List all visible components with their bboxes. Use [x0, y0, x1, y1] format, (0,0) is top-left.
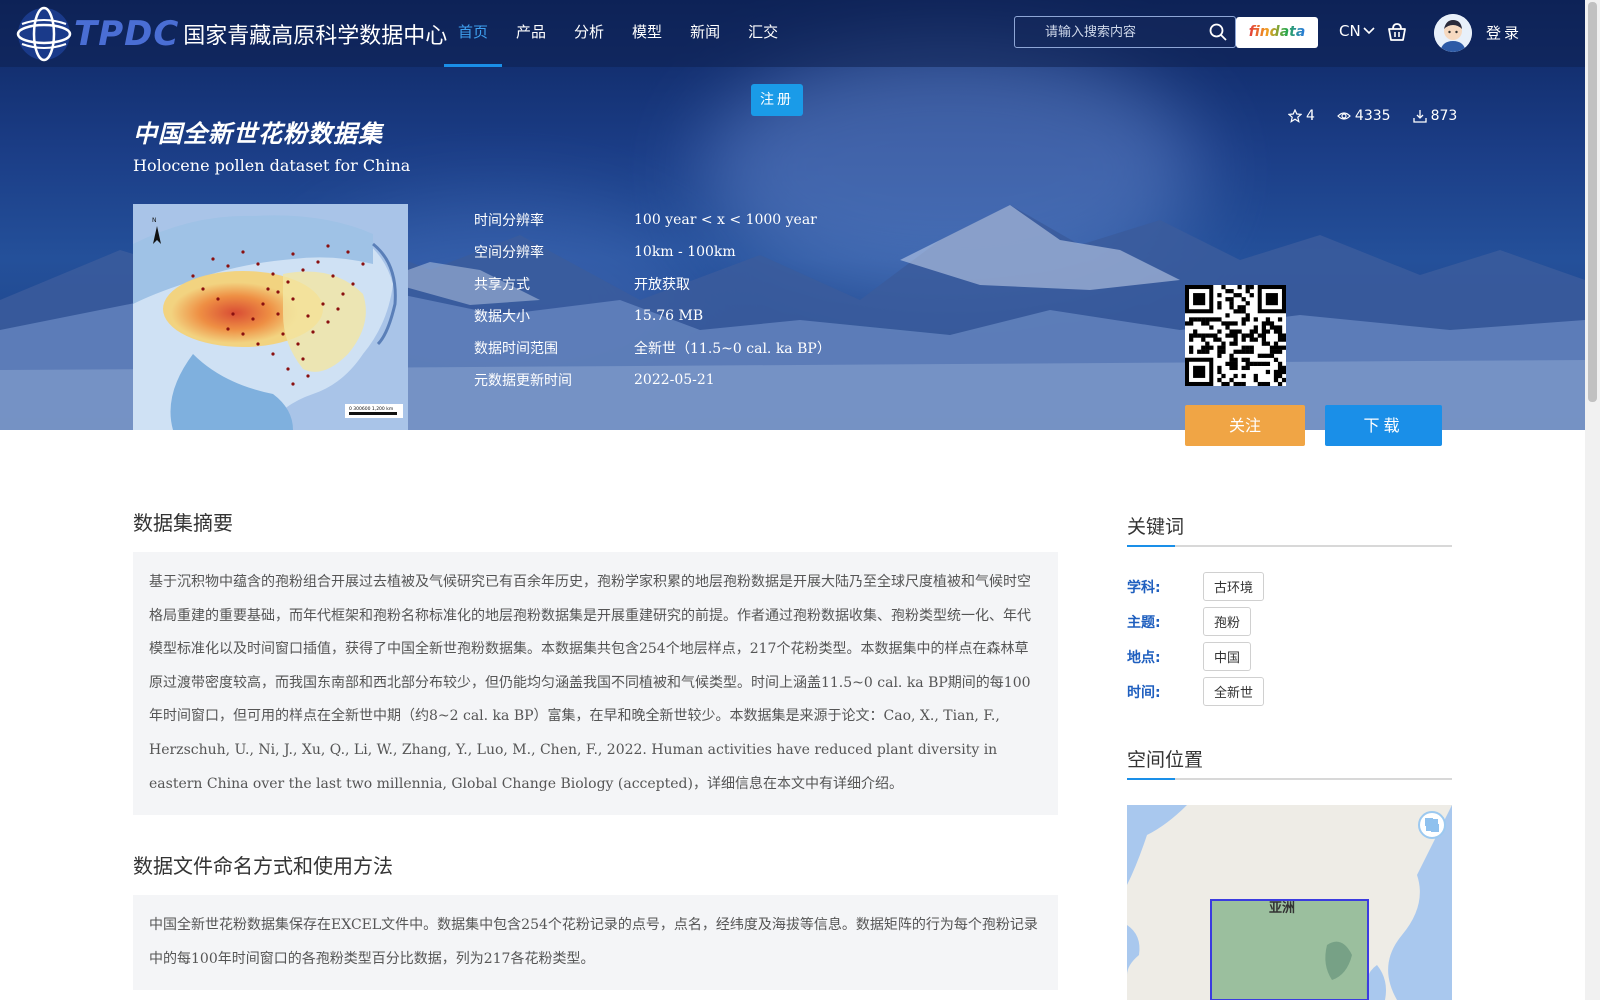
- abstract-text: 基于沉积物中蕴含的孢粉组合开展过去植被及气候研究已有百余年历史，孢粉学家积累的地…: [149, 574, 1031, 792]
- keyword-row: 主题: 孢粉: [1127, 607, 1252, 636]
- register-button[interactable]: 注册: [751, 84, 803, 116]
- main-menu: 首页 产品 分析 模型 新闻 汇交: [444, 0, 792, 67]
- dataset-metadata: 时间分辨率 100 year < x < 1000 year 空间分辨率 10k…: [474, 204, 831, 396]
- meta-row: 数据时间范围 全新世（11.5~0 cal. ka BP）: [474, 332, 831, 364]
- expand-icon: [1424, 817, 1440, 833]
- meta-label: 数据大小: [474, 309, 530, 325]
- follow-button[interactable]: 关注: [1185, 405, 1305, 446]
- meta-value: 100 year < x < 1000 year: [634, 212, 817, 228]
- menu-item-news[interactable]: 新闻: [676, 0, 734, 67]
- menu-item-home[interactable]: 首页: [444, 0, 503, 67]
- meta-value: 10km - 100km: [634, 244, 736, 260]
- globe-logo-icon: [16, 6, 72, 62]
- map-scale-text: 0 300600 1,200 km: [349, 406, 393, 412]
- map-region-label: 亚洲: [1269, 901, 1296, 916]
- meta-row: 共享方式 开放获取: [474, 268, 831, 300]
- chevron-down-icon: [1363, 27, 1375, 35]
- meta-label: 共享方式: [474, 277, 530, 293]
- keyword-tag[interactable]: 古环境: [1203, 572, 1265, 601]
- download-icon: [1412, 110, 1427, 123]
- star-count[interactable]: 4: [1288, 108, 1315, 124]
- eye-icon: [1337, 112, 1351, 120]
- usage-text: 中国全新世花粉数据集保存在EXCEL文件中。数据集中包含254个花粉记录的点号，…: [149, 917, 1038, 967]
- dataset-thumbnail[interactable]: N 0 300600 1,200 km: [133, 204, 408, 430]
- meta-value: 2022-05-21: [634, 372, 715, 388]
- qr-code-icon: [1185, 285, 1287, 387]
- avatar[interactable]: [1434, 14, 1472, 52]
- search-box: [1014, 16, 1236, 48]
- download-count: 873: [1412, 108, 1458, 124]
- keyword-tag[interactable]: 全新世: [1203, 677, 1265, 706]
- meta-label: 空间分辨率: [474, 245, 544, 261]
- meta-row: 数据大小 15.76 MB: [474, 300, 831, 332]
- keyword-row: 学科: 古环境: [1127, 572, 1265, 601]
- language-label: CN: [1339, 22, 1361, 40]
- star-count-value: 4: [1306, 108, 1315, 124]
- logo-abbr: TPDC: [74, 14, 180, 54]
- keyword-tag[interactable]: 孢粉: [1203, 607, 1252, 636]
- keyword-row: 地点: 中国: [1127, 642, 1252, 671]
- keyword-label: 学科:: [1127, 579, 1161, 596]
- meta-label: 时间分辨率: [474, 213, 544, 229]
- meta-row: 元数据更新时间 2022-05-21: [474, 364, 831, 396]
- usage-box: 中国全新世花粉数据集保存在EXCEL文件中。数据集中包含254个花粉记录的点号，…: [133, 895, 1058, 991]
- map-expand-button[interactable]: [1418, 811, 1446, 839]
- site-logo[interactable]: TPDC 国家青藏高原科学数据中心: [16, 6, 447, 62]
- keyword-label: 地点:: [1127, 649, 1161, 666]
- language-selector[interactable]: CN: [1339, 22, 1375, 40]
- download-count-value: 873: [1430, 108, 1458, 124]
- keyword-label: 主题:: [1127, 614, 1161, 631]
- menu-item-submit[interactable]: 汇交: [734, 0, 792, 67]
- cart-icon[interactable]: [1386, 21, 1408, 43]
- meta-label: 元数据更新时间: [474, 373, 572, 389]
- meta-value: 开放获取: [634, 277, 690, 293]
- user-avatar-icon: [1434, 14, 1472, 52]
- meta-value: 15.76 MB: [634, 308, 704, 324]
- usage-title: 数据文件命名方式和使用方法: [133, 854, 393, 878]
- search-input[interactable]: [1015, 17, 1205, 47]
- scrollbar-thumb[interactable]: [1588, 2, 1597, 402]
- star-icon: [1288, 109, 1302, 123]
- menu-item-products[interactable]: 产品: [502, 0, 560, 67]
- keyword-row: 时间: 全新世: [1127, 677, 1265, 706]
- login-link[interactable]: 登录: [1486, 22, 1522, 43]
- keywords-title: 关键词: [1127, 512, 1452, 547]
- keyword-label: 时间:: [1127, 684, 1161, 701]
- svg-text:N: N: [152, 217, 157, 224]
- menu-item-analysis[interactable]: 分析: [560, 0, 618, 67]
- findata-label: findata: [1248, 24, 1306, 40]
- download-button[interactable]: 下载: [1325, 405, 1442, 446]
- view-count: 4335: [1337, 108, 1391, 124]
- qr-code: [1185, 285, 1287, 387]
- meta-row: 空间分辨率 10km - 100km: [474, 236, 831, 268]
- menu-item-models[interactable]: 模型: [618, 0, 676, 67]
- findata-button[interactable]: findata: [1236, 17, 1318, 48]
- pollen-site-map-image: N 0 300600 1,200 km: [133, 204, 408, 430]
- abstract-box: 基于沉积物中蕴含的孢粉组合开展过去植被及气候研究已有百余年历史，孢粉学家积累的地…: [133, 552, 1058, 816]
- dataset-title-cn: 中国全新世花粉数据集: [133, 120, 383, 148]
- dataset-title-en: Holocene pollen dataset for China: [133, 156, 411, 175]
- keyword-tag[interactable]: 中国: [1203, 642, 1252, 671]
- abstract-title: 数据集摘要: [133, 511, 233, 535]
- logo-name: 国家青藏高原科学数据中心: [183, 24, 448, 49]
- location-title: 空间位置: [1127, 745, 1452, 780]
- meta-value: 全新世（11.5~0 cal. ka BP）: [634, 341, 831, 357]
- top-nav: TPDC 国家青藏高原科学数据中心 首页 产品 分析 模型 新闻 汇交 find…: [0, 0, 1585, 67]
- meta-row: 时间分辨率 100 year < x < 1000 year: [474, 204, 831, 236]
- dataset-stats: 4 4335 873: [1288, 108, 1457, 124]
- search-icon[interactable]: [1209, 23, 1227, 41]
- scrollbar[interactable]: [1585, 0, 1600, 1000]
- location-map[interactable]: 亚洲: [1127, 805, 1452, 1000]
- view-count-value: 4335: [1354, 108, 1391, 124]
- meta-label: 数据时间范围: [474, 341, 558, 357]
